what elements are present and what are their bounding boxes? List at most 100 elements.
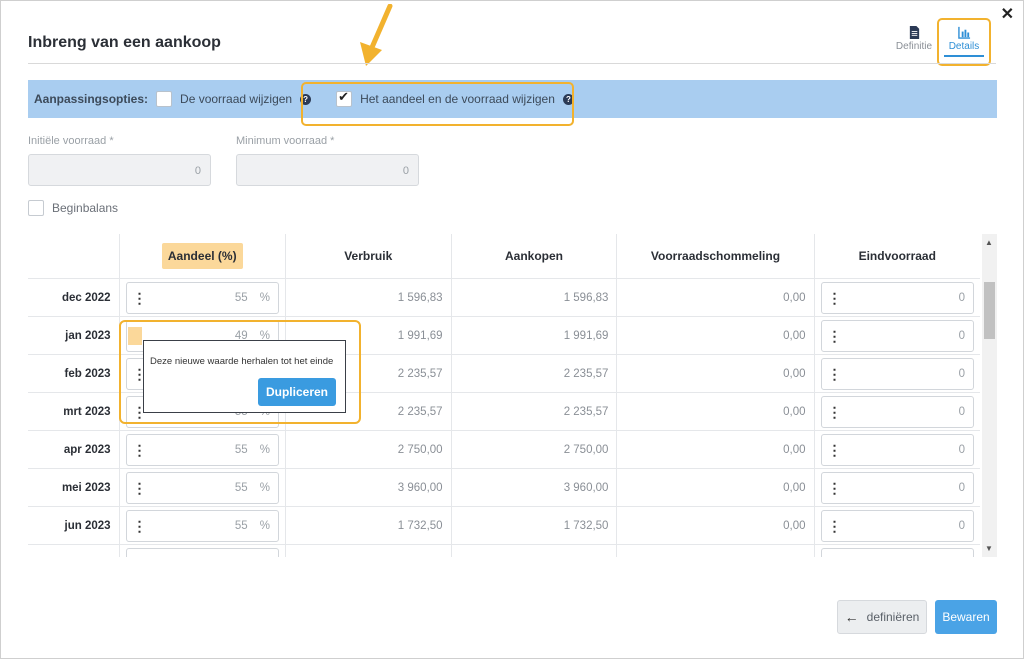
month-cell: mrt 2023 — [28, 392, 120, 431]
minimum-stock-label: Minimum voorraad * — [236, 135, 335, 147]
verbruik-cell: 3 960,00 — [284, 468, 452, 507]
eindvoorraad-input[interactable] — [820, 547, 974, 557]
eindvoorraad-input[interactable]: ⋮ 0 — [820, 281, 974, 314]
option-highlight — [301, 82, 574, 126]
table-row: dec 2022 ⋮ 55% 1 596,83 1 596,83 0,00 ⋮ … — [28, 278, 980, 317]
eindvoorraad-cell: ⋮ 0 — [813, 392, 980, 431]
percent-label: % — [259, 291, 270, 304]
month-cell: apr 2023 — [28, 430, 120, 469]
beginbalans-row: Beginbalans — [28, 200, 118, 216]
aandeel-value: 55 — [234, 481, 248, 494]
aandeel-input[interactable]: ⋮ 55% — [125, 433, 279, 466]
month-cell — [28, 544, 120, 557]
minimum-stock-field: 0 — [236, 154, 419, 186]
verbruik-cell: 2 750,00 — [284, 430, 452, 469]
more-options-icon[interactable]: ⋮ — [828, 481, 842, 495]
aandeel-header: Aandeel (%) — [118, 234, 286, 279]
month-cell: jan 2023 — [28, 316, 120, 355]
more-options-icon[interactable]: ⋮ — [133, 443, 147, 457]
scroll-down-icon[interactable]: ▼ — [985, 544, 993, 553]
page-title: Inbreng van een aankoop — [28, 34, 221, 51]
eindvoorraad-value: 0 — [958, 405, 965, 418]
aankopen-cell: 1 596,83 — [450, 278, 617, 317]
aandeel-cell: ⋮ 55% — [118, 506, 286, 545]
table-scrollbar[interactable]: ▲ ▼ — [982, 234, 997, 557]
schommeling-cell: 0,00 — [616, 392, 815, 431]
eindvoorraad-input[interactable]: ⋮ 0 — [820, 471, 974, 504]
beginbalans-label: Beginbalans — [52, 201, 119, 215]
option-stock-checkbox[interactable] — [156, 91, 173, 107]
more-options-icon[interactable]: ⋮ — [828, 519, 842, 533]
eindvoorraad-cell: ⋮ 0 — [813, 354, 980, 393]
header-divider — [28, 63, 996, 64]
table-row: mei 2023 ⋮ 55% 3 960,00 3 960,00 0,00 ⋮ … — [28, 468, 980, 507]
eindvoorraad-input[interactable]: ⋮ 0 — [820, 395, 974, 428]
more-options-icon[interactable]: ⋮ — [133, 481, 147, 495]
aandeel-input[interactable]: ⋮ 55% — [125, 471, 279, 504]
eindvoorraad-cell: ⋮ 0 — [813, 468, 980, 507]
schommeling-cell — [616, 544, 815, 557]
define-button[interactable]: ← definiëren — [837, 600, 927, 634]
beginbalans-checkbox[interactable] — [28, 200, 44, 216]
more-options-icon[interactable]: ⋮ — [828, 405, 842, 419]
options-label: Aanpassingsopties: — [34, 92, 149, 106]
aandeel-value: 55 — [234, 291, 248, 304]
aankopen-cell: 2 235,57 — [450, 392, 617, 431]
aandeel-input[interactable]: ⋮ 55% — [125, 281, 279, 314]
aankopen-cell: 1 732,50 — [450, 506, 617, 545]
eindvoorraad-value: 0 — [958, 481, 965, 494]
more-options-icon[interactable]: ⋮ — [828, 367, 842, 381]
verbruik-header: Verbruik — [284, 234, 452, 279]
more-options-icon[interactable]: ⋮ — [828, 329, 842, 343]
eindvoorraad-cell: ⋮ 0 — [813, 506, 980, 545]
close-icon[interactable]: ✕ — [1001, 4, 1014, 24]
aandeel-value: 55 — [234, 519, 248, 532]
eindvoorraad-cell: ⋮ 0 — [813, 430, 980, 469]
verbruik-cell: 1 732,50 — [284, 506, 452, 545]
percent-label: % — [259, 443, 270, 456]
eindvoorraad-input[interactable]: ⋮ 0 — [820, 433, 974, 466]
verbruik-cell: 1 596,83 — [284, 278, 452, 317]
schommeling-cell: 0,00 — [616, 430, 815, 469]
month-cell: feb 2023 — [28, 354, 120, 393]
aandeel-header-label: Aandeel (%) — [161, 243, 243, 269]
month-cell: jun 2023 — [28, 506, 120, 545]
schommeling-cell: 0,00 — [616, 316, 815, 355]
eindvoorraad-value: 0 — [958, 329, 965, 342]
save-button[interactable]: Bewaren — [935, 600, 997, 634]
month-header — [28, 234, 119, 279]
scrollbar-thumb[interactable] — [984, 282, 995, 339]
tab-definitie-label: Definitie — [895, 41, 933, 52]
scroll-up-icon[interactable]: ▲ — [985, 238, 993, 247]
eindvoorraad-value: 0 — [958, 291, 965, 304]
tab-definitie[interactable]: Definitie — [894, 26, 934, 57]
aandeel-input[interactable] — [125, 547, 279, 557]
schommeling-cell: 0,00 — [616, 468, 815, 507]
eindvoorraad-value: 0 — [958, 443, 965, 456]
eindvoorraad-input[interactable]: ⋮ 0 — [820, 357, 974, 390]
aankopen-cell — [450, 544, 617, 557]
aandeel-cell: ⋮ 55% — [118, 278, 286, 317]
schommeling-cell: 0,00 — [616, 354, 815, 393]
eindvoorraad-cell — [813, 544, 980, 557]
aankopen-cell: 2 750,00 — [450, 430, 617, 469]
eindvoorraad-cell: ⋮ 0 — [813, 316, 980, 355]
more-options-icon[interactable]: ⋮ — [828, 443, 842, 457]
eindvoorraad-input[interactable]: ⋮ 0 — [820, 509, 974, 542]
eindvoorraad-value: 0 — [958, 367, 965, 380]
annotation-arrow — [356, 3, 396, 75]
percent-label: % — [259, 519, 270, 532]
eindvoorraad-value: 0 — [958, 519, 965, 532]
more-options-icon[interactable]: ⋮ — [133, 291, 147, 305]
initial-stock-label: Initiële voorraad * — [28, 135, 114, 147]
percent-label: % — [259, 481, 270, 494]
eindvoorraad-input[interactable]: ⋮ 0 — [820, 319, 974, 352]
popup-highlight — [119, 320, 361, 424]
more-options-icon[interactable]: ⋮ — [828, 291, 842, 305]
aandeel-value: 55 — [234, 443, 248, 456]
more-options-icon[interactable]: ⋮ — [133, 519, 147, 533]
aandeel-cell — [118, 544, 286, 557]
aankopen-cell: 2 235,57 — [450, 354, 617, 393]
aandeel-cell: ⋮ 55% — [118, 430, 286, 469]
aandeel-input[interactable]: ⋮ 55% — [125, 509, 279, 542]
